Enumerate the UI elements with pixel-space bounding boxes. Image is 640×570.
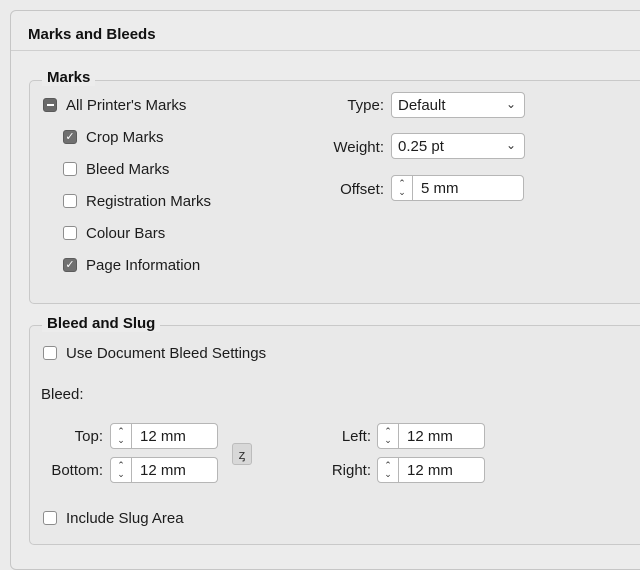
stepper-arrows-icon[interactable]: ⌃ ⌄ bbox=[391, 175, 413, 201]
panel-divider bbox=[11, 50, 640, 51]
all-printers-marks-checkbox[interactable]: All Printer's Marks bbox=[43, 95, 186, 115]
panel-title: Marks and Bleeds bbox=[28, 26, 156, 43]
use-document-bleed-checkbox[interactable]: Use Document Bleed Settings bbox=[43, 343, 266, 363]
top-spinbox[interactable]: ⌃ ⌄ 12 mm bbox=[110, 423, 218, 449]
checkmark-icon: ✓ bbox=[63, 258, 77, 272]
offset-input[interactable]: 5 mm bbox=[413, 175, 524, 201]
chevron-down-icon: ⌄ bbox=[505, 138, 516, 152]
include-slug-area-label: Include Slug Area bbox=[66, 509, 184, 527]
all-printers-marks-label: All Printer's Marks bbox=[66, 96, 187, 114]
top-label: Top: bbox=[74, 428, 103, 445]
colour-bars-label: Colour Bars bbox=[86, 224, 166, 242]
registration-marks-checkbox[interactable]: Registration Marks bbox=[63, 191, 211, 211]
bleed-marks-checkbox[interactable]: Bleed Marks bbox=[63, 159, 169, 179]
bottom-spinbox[interactable]: ⌃ ⌄ 12 mm bbox=[110, 457, 218, 483]
crop-marks-checkbox[interactable]: ✓ Crop Marks bbox=[63, 127, 164, 147]
mixed-state-icon bbox=[43, 98, 57, 112]
offset-spinbox[interactable]: ⌃ ⌄ 5 mm bbox=[391, 175, 524, 201]
page-information-checkbox[interactable]: ✓ Page Information bbox=[63, 255, 200, 275]
bottom-label: Bottom: bbox=[51, 462, 103, 479]
stepper-arrows-icon[interactable]: ⌃ ⌄ bbox=[110, 457, 132, 483]
weight-select[interactable]: 0.25 pt ⌄ bbox=[391, 133, 525, 159]
left-spinbox[interactable]: ⌃ ⌄ 12 mm bbox=[377, 423, 485, 449]
include-slug-area-checkbox[interactable]: Include Slug Area bbox=[43, 508, 184, 528]
bleed-marks-label: Bleed Marks bbox=[86, 160, 170, 178]
checkbox-empty-icon bbox=[43, 346, 57, 360]
colour-bars-checkbox[interactable]: Colour Bars bbox=[63, 223, 165, 243]
bleed-slug-legend: Bleed and Slug bbox=[42, 315, 161, 332]
marks-legend: Marks bbox=[42, 69, 96, 86]
use-document-bleed-label: Use Document Bleed Settings bbox=[66, 344, 267, 362]
left-input[interactable]: 12 mm bbox=[399, 423, 485, 449]
bottom-input[interactable]: 12 mm bbox=[132, 457, 218, 483]
left-label: Left: bbox=[341, 428, 371, 445]
checkbox-empty-icon bbox=[63, 226, 77, 240]
stepper-arrows-icon[interactable]: ⌃ ⌄ bbox=[110, 423, 132, 449]
chevron-down-icon: ⌄ bbox=[505, 97, 516, 111]
crop-marks-label: Crop Marks bbox=[86, 128, 164, 146]
offset-label: Offset: bbox=[340, 181, 384, 198]
weight-label: Weight: bbox=[333, 139, 384, 156]
stepper-arrows-icon[interactable]: ⌃ ⌄ bbox=[377, 457, 399, 483]
bleed-label: Bleed: bbox=[41, 386, 84, 403]
checkbox-empty-icon bbox=[63, 194, 77, 208]
checkmark-icon: ✓ bbox=[63, 130, 77, 144]
type-select[interactable]: Default ⌄ bbox=[391, 92, 525, 118]
right-spinbox[interactable]: ⌃ ⌄ 12 mm bbox=[377, 457, 485, 483]
page-information-label: Page Information bbox=[86, 256, 201, 274]
right-input[interactable]: 12 mm bbox=[399, 457, 485, 483]
chain-link-icon[interactable]: ᶎ bbox=[232, 443, 252, 465]
top-input[interactable]: 12 mm bbox=[132, 423, 218, 449]
checkbox-empty-icon bbox=[43, 511, 57, 525]
stepper-arrows-icon[interactable]: ⌃ ⌄ bbox=[377, 423, 399, 449]
right-label: Right: bbox=[331, 462, 371, 479]
type-value: Default bbox=[398, 96, 446, 114]
checkbox-empty-icon bbox=[63, 162, 77, 176]
registration-marks-label: Registration Marks bbox=[86, 192, 212, 210]
weight-value: 0.25 pt bbox=[398, 137, 444, 155]
type-label: Type: bbox=[347, 97, 384, 114]
